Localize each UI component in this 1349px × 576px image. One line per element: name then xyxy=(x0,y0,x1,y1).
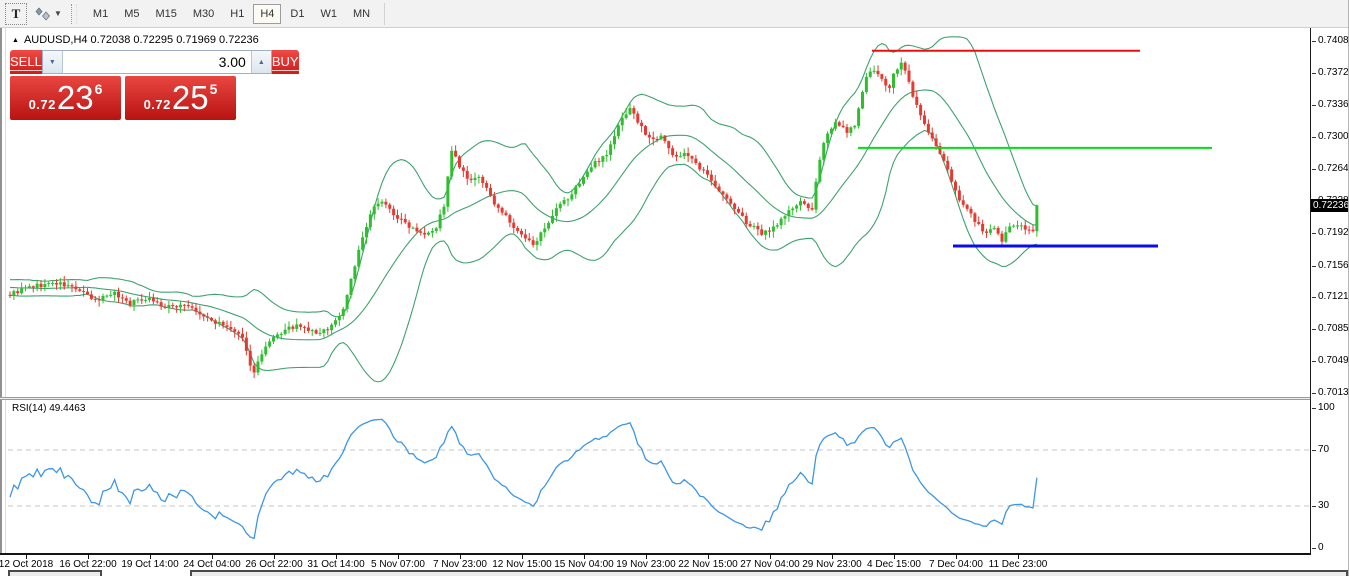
timeframe-button-h1[interactable]: H1 xyxy=(223,4,251,24)
buy-price-pip: 5 xyxy=(209,81,218,97)
buy-quote-button[interactable]: 0.72 25 5 xyxy=(125,76,236,120)
time-axis-label: 31 Oct 14:00 xyxy=(307,559,365,570)
price-axis-label: 0.71920 xyxy=(1318,227,1349,239)
price-axis-label: 0.71210 xyxy=(1318,290,1349,302)
time-axis-label: 5 Nov 07:00 xyxy=(371,559,425,570)
line-studies-icon xyxy=(35,6,51,21)
timeframe-button-w1[interactable]: W1 xyxy=(313,4,344,24)
sell-quote-button[interactable]: 0.72 23 6 xyxy=(10,76,121,120)
timeframe-button-h4[interactable]: H4 xyxy=(253,3,282,24)
toolbar-grip[interactable] xyxy=(70,3,77,24)
rsi-level-label: 70 xyxy=(1318,444,1330,455)
chevron-down-icon[interactable]: ▼ xyxy=(54,9,62,18)
time-axis-label: 22 Nov 15:00 xyxy=(678,559,738,570)
time-axis-label: 12 Oct 2018 xyxy=(0,559,54,570)
buy-price-prefix: 0.72 xyxy=(143,96,171,112)
price-axis-tick xyxy=(1312,296,1316,298)
time-axis-label: 19 Oct 14:00 xyxy=(121,559,179,570)
price-axis-tick xyxy=(1312,41,1316,42)
terminal-chart-window: T ▼ M1 M5 M15 M30 H1 H4 D1 W1 MN ▲ AUDUSD,H4 0.72… xyxy=(0,0,1349,576)
time-axis-label: 11 Dec 23:00 xyxy=(988,559,1048,570)
background-window-frame-right xyxy=(190,570,1348,576)
time-axis-label: 16 Oct 22:00 xyxy=(59,559,117,570)
time-axis-label: 7 Dec 04:00 xyxy=(929,559,983,570)
triangle-up-icon: ▲ xyxy=(257,58,265,66)
chart-title-text: AUDUSD,H4 0.72038 0.72295 0.71969 0.7223… xyxy=(23,34,259,46)
price-axis-tick xyxy=(1312,169,1316,171)
background-window-frame-left xyxy=(8,570,102,576)
rsi-axis-tick xyxy=(1312,408,1316,409)
sell-button[interactable]: SELL xyxy=(10,50,42,74)
timeframe-button-mn[interactable]: MN xyxy=(346,4,377,24)
price-axis-label: 0.73360 xyxy=(1318,99,1349,111)
rsi-axis-tick xyxy=(1312,450,1316,451)
price-axis[interactable]: 0.74080 0.73720 0.73360 0.73000 0.72640 0.722… xyxy=(1310,28,1349,555)
price-axis-tick xyxy=(1312,393,1316,394)
rsi-level-label: 30 xyxy=(1318,500,1330,511)
price-axis-tick xyxy=(1312,360,1316,362)
price-axis-tick xyxy=(1312,105,1316,107)
price-axis-tick xyxy=(1312,265,1316,267)
toolbar: T ▼ M1 M5 M15 M30 H1 H4 D1 W1 MN xyxy=(0,0,1348,28)
volume-decrease-button[interactable]: ▼ xyxy=(42,51,63,73)
price-axis-label: 0.72640 xyxy=(1318,163,1349,175)
rsi-level-label: 100 xyxy=(1318,402,1335,413)
current-price-tag: 0.72236 xyxy=(1311,199,1349,213)
chart-title: ▲ AUDUSD,H4 0.72038 0.72295 0.71969 0.722… xyxy=(12,34,259,46)
time-axis-label: 15 Nov 04:00 xyxy=(554,559,614,570)
price-axis-label: 0.70850 xyxy=(1318,322,1349,334)
toolbar-separator xyxy=(384,2,386,25)
price-axis-label: 0.71560 xyxy=(1318,259,1349,271)
timeframe-button-m15[interactable]: M15 xyxy=(148,4,183,24)
rsi-indicator-label: RSI(14) 49.4463 xyxy=(12,403,86,414)
price-axis-label: 0.73000 xyxy=(1318,131,1349,143)
price-axis-label: 0.70490 xyxy=(1318,354,1349,366)
time-axis-label: 4 Dec 15:00 xyxy=(867,559,921,570)
one-click-trade-panel: SELL ▼ ▲ BUY 0.72 23 6 0.72 25 5 xyxy=(10,50,299,120)
price-axis-label: 0.74080 xyxy=(1318,35,1349,46)
rsi-axis-tick xyxy=(1312,506,1316,507)
sell-price-big: 23 xyxy=(56,79,94,116)
volume-stepper: ▼ ▲ xyxy=(41,50,272,74)
buy-button-label: BUY xyxy=(271,53,299,71)
buy-button[interactable]: BUY xyxy=(271,50,299,74)
line-studies-button[interactable]: ▼ xyxy=(32,5,65,23)
price-axis-tick xyxy=(1312,233,1316,235)
sell-button-label: SELL xyxy=(10,53,42,71)
sell-price-pip: 6 xyxy=(94,81,103,97)
time-axis-label: 19 Nov 23:00 xyxy=(616,559,676,570)
time-axis-label: 29 Nov 23:00 xyxy=(802,559,862,570)
volume-increase-button[interactable]: ▲ xyxy=(250,51,271,73)
price-axis-tick xyxy=(1312,328,1316,330)
price-axis-label: 0.73720 xyxy=(1318,67,1349,79)
time-axis-label: 7 Nov 23:00 xyxy=(433,559,487,570)
timeframe-button-d1[interactable]: D1 xyxy=(283,4,311,24)
text-tool-button[interactable]: T xyxy=(5,2,27,25)
rsi-axis-tick xyxy=(1312,548,1316,549)
time-axis-label: 27 Nov 04:00 xyxy=(740,559,800,570)
volume-input[interactable] xyxy=(62,51,251,73)
time-axis-label: 24 Oct 04:00 xyxy=(183,559,241,570)
price-axis-label: 0.70130 xyxy=(1318,387,1349,398)
buy-price-big: 25 xyxy=(171,79,209,116)
sell-price-prefix: 0.72 xyxy=(28,96,56,112)
time-axis-label: 12 Nov 15:00 xyxy=(492,559,552,570)
timeframe-button-m30[interactable]: M30 xyxy=(186,4,221,24)
triangle-down-icon: ▼ xyxy=(48,58,56,66)
time-axis-label: 26 Oct 22:00 xyxy=(245,559,303,570)
collapse-panel-icon[interactable]: ▲ xyxy=(12,37,19,44)
rsi-level-label: 0 xyxy=(1318,542,1324,553)
price-axis-tick xyxy=(1312,73,1316,75)
price-axis-tick xyxy=(1312,137,1316,139)
timeframe-button-m1[interactable]: M1 xyxy=(86,4,115,24)
timeframe-toolbar: M1 M5 M15 M30 H1 H4 D1 W1 MN xyxy=(85,3,378,24)
timeframe-button-m5[interactable]: M5 xyxy=(117,4,146,24)
